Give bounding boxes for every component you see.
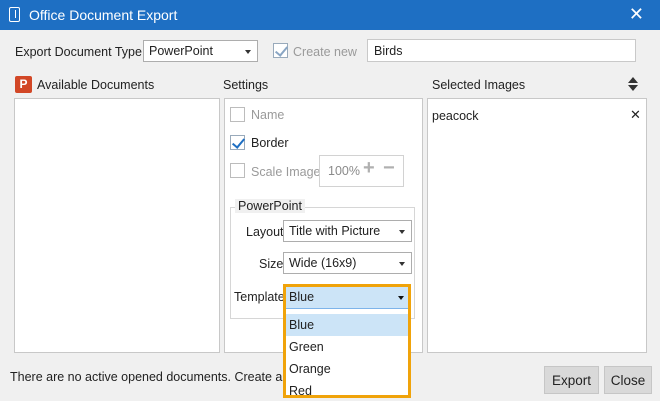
export-type-label: Export Document Type bbox=[15, 45, 142, 59]
available-documents-header: Available Documents bbox=[37, 78, 155, 92]
selected-images-header: Selected Images bbox=[432, 78, 526, 92]
close-button[interactable]: Close bbox=[604, 366, 652, 394]
available-documents-list[interactable] bbox=[14, 98, 220, 353]
document-name-input[interactable]: Birds bbox=[367, 39, 636, 62]
template-option-orange[interactable]: Orange bbox=[286, 358, 408, 380]
template-option-red[interactable]: Red bbox=[286, 380, 408, 401]
chevron-down-icon bbox=[399, 262, 405, 266]
move-down-icon[interactable] bbox=[628, 85, 638, 91]
app-icon bbox=[9, 7, 20, 22]
export-type-select[interactable]: PowerPoint bbox=[143, 40, 258, 62]
template-option-green[interactable]: Green bbox=[286, 336, 408, 358]
size-value: Wide (16x9) bbox=[289, 256, 357, 270]
title-bar: Office Document Export ✕ bbox=[0, 0, 660, 30]
name-checkbox[interactable] bbox=[230, 107, 245, 122]
status-text: There are no active opened documents. Cr… bbox=[10, 370, 309, 384]
selected-images-list: peacock ✕ bbox=[427, 98, 647, 353]
scale-images-checkbox[interactable] bbox=[230, 163, 245, 178]
settings-header: Settings bbox=[223, 78, 269, 92]
move-up-icon[interactable] bbox=[628, 77, 638, 83]
chevron-down-icon bbox=[399, 230, 405, 234]
border-checkbox[interactable] bbox=[230, 135, 245, 150]
scale-images-label: Scale Images bbox=[251, 165, 327, 179]
template-value: Blue bbox=[289, 290, 315, 304]
create-new-checkbox[interactable] bbox=[273, 43, 288, 58]
template-select[interactable]: Blue bbox=[286, 287, 408, 309]
layout-label: Layout bbox=[246, 225, 284, 239]
template-label: Template bbox=[234, 290, 285, 304]
plus-icon[interactable]: + bbox=[363, 157, 375, 180]
close-icon[interactable]: ✕ bbox=[629, 4, 644, 25]
window-title: Office Document Export bbox=[29, 7, 178, 23]
template-option-blue[interactable]: Blue bbox=[286, 314, 408, 336]
chevron-down-icon bbox=[398, 296, 404, 300]
export-type-value: PowerPoint bbox=[149, 44, 213, 58]
powerpoint-group-title: PowerPoint bbox=[235, 199, 305, 213]
chevron-down-icon bbox=[245, 50, 251, 54]
border-label: Border bbox=[251, 136, 289, 150]
export-button[interactable]: Export bbox=[544, 366, 599, 394]
name-label: Name bbox=[251, 108, 285, 122]
create-new-label: Create new bbox=[293, 45, 357, 59]
layout-select[interactable]: Title with Picture bbox=[283, 220, 412, 242]
size-label: Size bbox=[259, 257, 284, 271]
document-name-value: Birds bbox=[374, 44, 403, 58]
remove-icon[interactable]: ✕ bbox=[630, 107, 641, 123]
list-item[interactable]: peacock bbox=[432, 109, 479, 123]
layout-value: Title with Picture bbox=[289, 224, 381, 238]
template-dropdown[interactable]: Blue Blue Green Orange Red bbox=[283, 284, 411, 398]
size-select[interactable]: Wide (16x9) bbox=[283, 252, 412, 274]
powerpoint-icon: P bbox=[15, 76, 32, 93]
scale-value: 100% bbox=[328, 164, 360, 178]
minus-icon[interactable]: − bbox=[383, 157, 395, 180]
